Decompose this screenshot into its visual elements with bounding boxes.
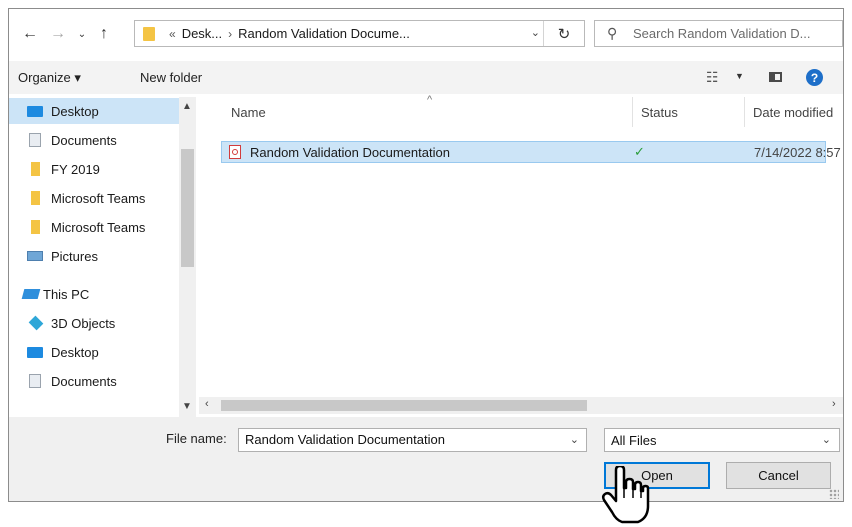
sidebar-item-3d-objects[interactable]: 3D Objects (9, 310, 179, 336)
preview-pane-icon[interactable] (769, 72, 782, 82)
dialog-footer: File name: ⌄ All Files ⌄ Open Cancel (9, 417, 843, 501)
back-arrow-icon[interactable]: ← (19, 23, 41, 45)
sidebar-item-fy-2019[interactable]: FY 2019 (9, 156, 179, 182)
documents-icon (29, 374, 41, 388)
scroll-right-icon[interactable]: › (832, 398, 836, 410)
up-arrow-icon[interactable]: ↑ (93, 23, 115, 45)
pdf-file-icon (229, 145, 241, 159)
sidebar-item-label: Documents (51, 373, 117, 389)
column-header-name[interactable]: Name (231, 97, 266, 127)
folder-icon (31, 191, 40, 205)
sidebar-item-pictures[interactable]: Pictures (9, 243, 179, 269)
this-pc-icon (21, 289, 41, 299)
address-bar[interactable]: « Desk... › Random Validation Docume... … (134, 20, 585, 47)
sidebar-item-label: Desktop (51, 103, 99, 119)
help-icon[interactable]: ? (806, 69, 823, 86)
horizontal-scrollbar[interactable]: ‹ › (199, 397, 843, 414)
folder-icon (31, 162, 40, 176)
sidebar-item-this-pc[interactable]: This PC (9, 281, 179, 307)
view-dropdown-icon[interactable]: ▼ (735, 71, 744, 81)
open-file-dialog: ← → ⌄ ↑ « Desk... › Random Validation Do… (8, 8, 844, 502)
breadcrumb-overflow[interactable]: « (169, 27, 176, 41)
forward-arrow-icon[interactable]: → (47, 23, 69, 45)
cancel-button[interactable]: Cancel (726, 462, 831, 489)
scroll-up-icon[interactable]: ▲ (182, 101, 192, 112)
hand-cursor-icon (601, 466, 650, 524)
sidebar-item-microsoft-teams-1[interactable]: Microsoft Teams (9, 185, 179, 211)
sidebar-item-documents-pc[interactable]: Documents (9, 368, 179, 394)
sync-status-icon: ✓ (634, 144, 645, 159)
column-header-date-modified[interactable]: Date modified (753, 97, 833, 127)
chevron-down-icon[interactable]: ⌄ (570, 433, 579, 446)
sidebar-item-desktop[interactable]: Desktop (9, 98, 179, 124)
command-bar: Organize ▾ New folder ☷ ▼ ? (9, 61, 843, 94)
file-date-modified: 7/14/2022 8:57 (754, 145, 841, 160)
file-row-selected[interactable]: Random Validation Documentation ✓ 7/14/2… (221, 141, 841, 163)
sidebar-item-label: This PC (43, 286, 90, 302)
folder-icon (31, 220, 40, 234)
organize-menu-button[interactable]: Organize ▾ (18, 70, 81, 86)
resize-grip-icon[interactable] (829, 489, 839, 499)
scrollbar-thumb[interactable] (181, 149, 194, 267)
sidebar-item-label: Microsoft Teams (51, 219, 146, 235)
scroll-down-icon[interactable]: ▼ (182, 401, 192, 412)
column-header-status[interactable]: Status (641, 97, 678, 127)
file-name-input[interactable] (245, 432, 555, 447)
file-list: ^ Name Status Date modified Random Valid… (199, 94, 843, 397)
column-divider[interactable] (632, 97, 633, 127)
sidebar-item-label: 3D Objects (51, 315, 116, 331)
3d-objects-icon (28, 315, 44, 331)
pictures-icon (27, 251, 43, 261)
breadcrumb: « Desk... › Random Validation Docume... (169, 26, 410, 41)
sidebar-item-desktop-pc[interactable]: Desktop (9, 339, 179, 365)
scroll-left-icon[interactable]: ‹ (205, 398, 209, 410)
new-folder-button[interactable]: New folder (140, 70, 202, 85)
folder-icon (143, 26, 155, 41)
desktop-icon (27, 105, 43, 117)
sidebar-item-microsoft-teams-2[interactable]: Microsoft Teams (9, 214, 179, 240)
search-icon: ⚲ (607, 25, 618, 41)
file-type-value: All Files (611, 433, 657, 448)
sort-ascending-icon: ^ (427, 94, 433, 106)
chevron-down-icon[interactable]: ⌄ (822, 433, 831, 446)
sidebar-item-documents[interactable]: Documents (9, 127, 179, 153)
sidebar-item-label: FY 2019 (51, 161, 100, 177)
sidebar-item-label: Desktop (51, 344, 99, 360)
file-type-select[interactable]: All Files ⌄ (604, 428, 840, 452)
file-name: Random Validation Documentation (250, 145, 450, 160)
documents-icon (29, 133, 41, 147)
sidebar-scrollbar[interactable]: ▲ ▼ (179, 97, 196, 417)
sidebar-item-label: Microsoft Teams (51, 190, 146, 206)
search-input[interactable] (631, 25, 835, 42)
column-divider[interactable] (744, 97, 745, 127)
sidebar-item-label: Documents (51, 132, 117, 148)
view-options-icon[interactable]: ☷ (706, 69, 719, 86)
address-row: ← → ⌄ ↑ « Desk... › Random Validation Do… (9, 9, 843, 59)
navigation-pane: Desktop Documents FY 2019 Microsoft Team… (9, 97, 196, 417)
sidebar-item-label: Pictures (51, 248, 98, 264)
file-name-label: File name: (166, 431, 227, 446)
scrollbar-thumb[interactable] (221, 400, 587, 411)
refresh-icon[interactable]: ↻ (543, 21, 584, 46)
chevron-right-icon: › (228, 26, 233, 41)
search-box[interactable]: ⚲ (594, 20, 843, 47)
desktop-icon (27, 346, 43, 358)
breadcrumb-current-folder[interactable]: Random Validation Docume... (238, 26, 410, 41)
chevron-down-icon[interactable]: ⌄ (71, 23, 93, 45)
file-name-combobox[interactable]: ⌄ (238, 428, 587, 452)
address-dropdown-icon[interactable]: ⌄ (531, 26, 540, 39)
breadcrumb-desktop[interactable]: Desk... (182, 26, 222, 41)
